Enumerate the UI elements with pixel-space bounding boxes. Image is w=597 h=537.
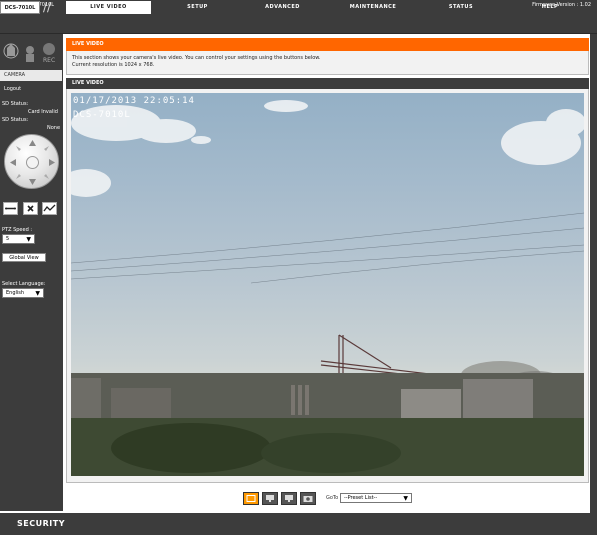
record-button[interactable] bbox=[281, 492, 297, 505]
ptz-speed-select[interactable]: 5 ▼ bbox=[2, 234, 35, 244]
pan-button[interactable] bbox=[3, 202, 18, 215]
sd-status2-value: None bbox=[47, 125, 61, 131]
video-panel-title: LIVE VIDEO bbox=[72, 80, 104, 86]
live-video-header-bar bbox=[66, 38, 589, 51]
model-tab[interactable]: DCS-7010L bbox=[0, 1, 40, 14]
ptz-speed-label: PTZ Speed : bbox=[2, 227, 33, 233]
recording-icon bbox=[3, 43, 19, 59]
ptz-control-pad[interactable] bbox=[4, 134, 59, 189]
city-buildings bbox=[71, 373, 584, 476]
patrol-icon bbox=[43, 204, 56, 212]
power-lines bbox=[71, 212, 584, 284]
preset-select[interactable]: --Preset List-- ▼ bbox=[340, 493, 412, 503]
patrol-button[interactable] bbox=[42, 202, 57, 215]
resolution-text: Current resolution is 1024 x 768. bbox=[72, 62, 155, 68]
rec-label: REC bbox=[43, 57, 55, 64]
logout-link[interactable]: Logout bbox=[4, 86, 21, 92]
video-frame bbox=[71, 100, 584, 476]
camera-icon bbox=[303, 496, 313, 502]
ptz-speed-value: 5 bbox=[6, 236, 10, 242]
footer bbox=[0, 513, 597, 535]
sd-status-value: Card Invalid bbox=[28, 109, 58, 115]
footer-brand: SECURITY bbox=[17, 519, 65, 528]
fullscreen-button[interactable] bbox=[243, 492, 259, 505]
live-video-stream[interactable] bbox=[71, 93, 584, 476]
monitor-icon bbox=[285, 495, 293, 502]
chevron-down-icon: ▼ bbox=[403, 495, 408, 502]
close-icon bbox=[27, 205, 34, 212]
camera-section-label: CAMERA bbox=[0, 70, 62, 81]
cloud-shapes bbox=[71, 100, 584, 197]
language-select[interactable]: English ▼ bbox=[2, 288, 44, 298]
section-description: This section shows your camera's live vi… bbox=[72, 55, 321, 61]
language-value: English bbox=[6, 290, 25, 296]
fullscreen-icon bbox=[246, 495, 256, 502]
language-label: Select Language: bbox=[2, 281, 46, 287]
pan-icon bbox=[5, 207, 16, 210]
preset-value: --Preset List-- bbox=[344, 495, 378, 501]
osd-timestamp: 01/17/2013 22:05:14 bbox=[73, 96, 195, 106]
right-frame bbox=[590, 34, 597, 513]
main-nav bbox=[0, 19, 597, 34]
tab-live-video[interactable]: LIVE VIDEO bbox=[66, 1, 151, 14]
motion-icon bbox=[26, 46, 34, 62]
global-view-button[interactable]: Global View bbox=[2, 253, 46, 262]
snapshot-button[interactable] bbox=[262, 492, 278, 505]
tab-maintenance[interactable]: MAINTENANCE bbox=[333, 1, 413, 14]
tab-setup[interactable]: SETUP bbox=[160, 1, 235, 14]
video-panel-header bbox=[66, 78, 589, 89]
chevron-down-icon: ▼ bbox=[35, 290, 40, 297]
camera-button[interactable] bbox=[300, 492, 316, 505]
goto-label: GoTo bbox=[326, 495, 339, 501]
monitor-icon bbox=[266, 495, 274, 502]
section-title: LIVE VIDEO bbox=[72, 41, 104, 47]
osd-camera-name: DCS-7010L bbox=[73, 110, 131, 120]
rec-icon: REC bbox=[43, 43, 55, 64]
tab-status[interactable]: STATUS bbox=[425, 1, 497, 14]
sidebar-status-icons: REC bbox=[3, 43, 55, 64]
sd-status2-label: SD Status: bbox=[2, 117, 29, 123]
ptz-home-button[interactable] bbox=[26, 156, 39, 169]
tab-advanced[interactable]: ADVANCED bbox=[245, 1, 320, 14]
chevron-down-icon: ▼ bbox=[26, 236, 31, 243]
sd-status-label: SD Status: bbox=[2, 101, 29, 107]
tab-help[interactable]: HELP bbox=[510, 1, 590, 14]
nav-divider-icon: // bbox=[43, 0, 52, 14]
stop-button[interactable] bbox=[23, 202, 38, 215]
